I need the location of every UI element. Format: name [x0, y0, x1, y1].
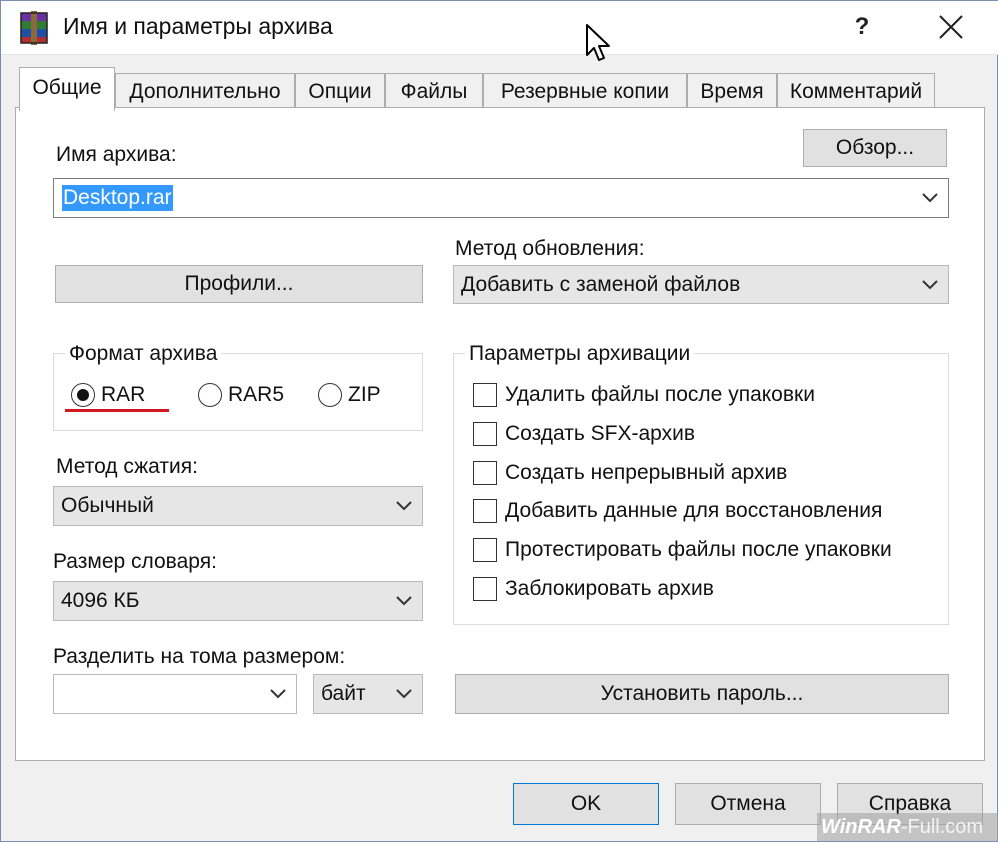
mouse-cursor-icon	[586, 24, 610, 61]
chevron-down-icon	[396, 596, 412, 606]
archive-dialog: Имя и параметры архива ? Общие Дополните…	[0, 0, 998, 842]
checkbox-solid-archive[interactable]	[473, 461, 497, 485]
title-bar: Имя и параметры архива ?	[1, 1, 998, 55]
chevron-down-icon[interactable]	[270, 689, 286, 699]
checkbox-recovery-record[interactable]	[473, 499, 497, 523]
checkbox-lock-archive-label[interactable]: Заблокировать архив	[505, 577, 714, 601]
cancel-button[interactable]: Отмена	[675, 783, 821, 825]
watermark: WinRAR-Full.com	[817, 813, 998, 841]
archive-format-title: Формат архива	[65, 342, 222, 366]
chevron-down-icon	[922, 279, 938, 289]
compression-method-label: Метод сжатия:	[56, 455, 198, 478]
update-method-select[interactable]: Добавить с заменой файлов	[453, 265, 949, 304]
watermark-brand: WinRAR	[821, 816, 901, 838]
chevron-down-icon[interactable]	[922, 193, 938, 203]
dictionary-size-select[interactable]: 4096 КБ	[53, 581, 423, 621]
help-title-button[interactable]: ?	[847, 9, 877, 45]
window-title: Имя и параметры архива	[63, 13, 333, 39]
radio-rar[interactable]	[71, 383, 95, 407]
split-volumes-label: Разделить на тома размером:	[53, 645, 346, 668]
archive-name-value: Desktop.rar	[62, 185, 173, 211]
browse-button[interactable]: Обзор...	[803, 129, 947, 167]
archive-name-label: Имя архива:	[56, 143, 177, 166]
checkbox-create-sfx-label[interactable]: Создать SFX-архив	[505, 422, 695, 446]
update-method-label: Метод обновления:	[455, 237, 645, 260]
checkbox-create-sfx[interactable]	[473, 422, 497, 446]
checkbox-recovery-record-label[interactable]: Добавить данные для восстановления	[505, 499, 882, 523]
checkbox-test-files[interactable]	[473, 538, 497, 562]
split-size-combo[interactable]	[53, 674, 297, 714]
tab-backup[interactable]: Резервные копии	[483, 73, 687, 109]
archive-params-title: Параметры архивации	[465, 342, 695, 366]
set-password-button[interactable]: Установить пароль...	[455, 674, 949, 714]
tab-advanced[interactable]: Дополнительно	[115, 73, 295, 109]
tab-general[interactable]: Общие	[19, 67, 115, 111]
ok-button[interactable]: OK	[513, 783, 659, 825]
tab-options[interactable]: Опции	[295, 73, 385, 109]
close-icon[interactable]	[931, 7, 971, 47]
radio-zip[interactable]	[318, 383, 342, 407]
dictionary-size-label: Размер словаря:	[53, 550, 217, 573]
radio-rar5[interactable]	[198, 383, 222, 407]
radio-zip-label[interactable]: ZIP	[348, 383, 381, 407]
radio-rar5-label[interactable]: RAR5	[228, 383, 284, 407]
checkbox-test-files-label[interactable]: Протестировать файлы после упаковки	[505, 538, 892, 562]
split-unit-value: байт	[321, 682, 366, 705]
update-method-value: Добавить с заменой файлов	[461, 272, 741, 296]
dictionary-size-value: 4096 КБ	[61, 589, 140, 612]
winrar-app-icon	[20, 11, 48, 45]
annotation-underline	[65, 409, 169, 412]
tab-time[interactable]: Время	[687, 73, 777, 109]
checkbox-delete-files-label[interactable]: Удалить файлы после упаковки	[505, 383, 815, 407]
watermark-suffix: -Full.com	[900, 816, 984, 838]
archive-name-combo[interactable]: Desktop.rar	[53, 178, 949, 218]
chevron-down-icon	[396, 689, 412, 699]
split-unit-select[interactable]: байт	[313, 674, 423, 714]
tab-comment[interactable]: Комментарий	[777, 73, 935, 109]
compression-method-value: Обычный	[61, 494, 154, 517]
radio-rar-label[interactable]: RAR	[101, 383, 145, 407]
checkbox-solid-archive-label[interactable]: Создать непрерывный архив	[505, 461, 787, 485]
checkbox-delete-files[interactable]	[473, 383, 497, 407]
checkbox-lock-archive[interactable]	[473, 577, 497, 601]
compression-method-select[interactable]: Обычный	[53, 486, 423, 526]
tab-files[interactable]: Файлы	[385, 73, 483, 109]
chevron-down-icon	[396, 501, 412, 511]
profiles-button[interactable]: Профили...	[55, 265, 423, 303]
